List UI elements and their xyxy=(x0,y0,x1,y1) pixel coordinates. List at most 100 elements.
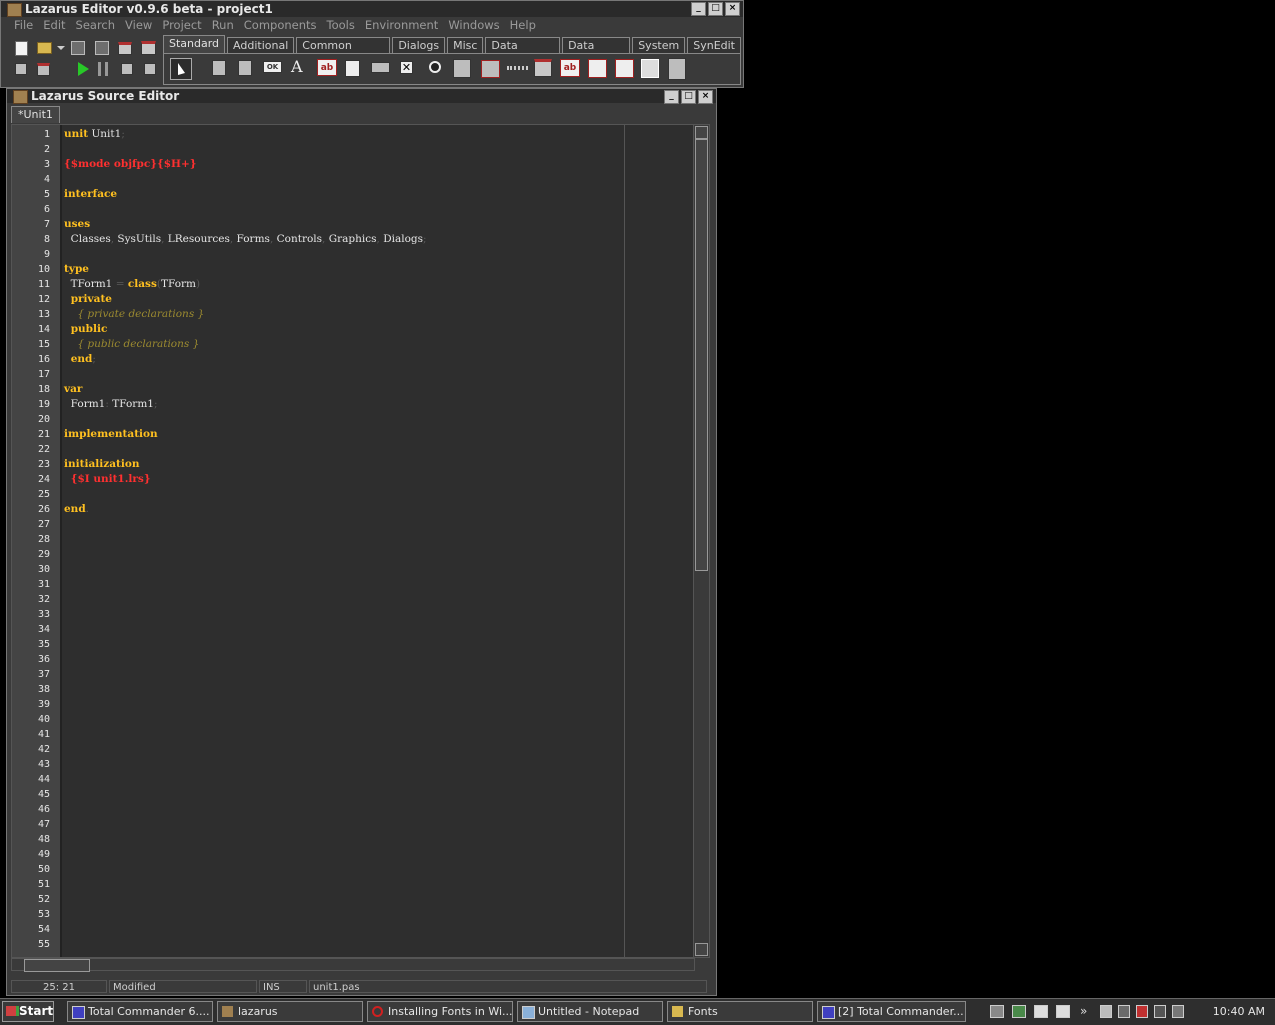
tradiogroup-component-icon[interactable] xyxy=(588,59,607,78)
task-total-commander-2[interactable]: [2] Total Commander... xyxy=(817,1001,966,1022)
task-opera-browser[interactable]: Installing Fonts in Wi... xyxy=(367,1001,513,1022)
vertical-scrollbar[interactable] xyxy=(693,125,709,957)
toggle-form-unit-icon[interactable] xyxy=(141,41,156,55)
tpanel-component-icon[interactable] xyxy=(641,59,659,78)
code-line[interactable]: 11 TForm1 = class(TForm) xyxy=(12,277,693,292)
menu-windows[interactable]: Windows xyxy=(443,17,504,33)
main-menu-component-icon[interactable] xyxy=(212,60,226,76)
code-line[interactable]: 53 xyxy=(12,907,693,922)
code-line[interactable]: 46 xyxy=(12,802,693,817)
code-line[interactable]: 40 xyxy=(12,712,693,727)
code-line[interactable]: 48 xyxy=(12,832,693,847)
source-editor-title-bar[interactable]: Lazarus Source Editor _ □ × xyxy=(7,89,716,104)
tstatictext-component-icon[interactable]: ab xyxy=(560,59,580,77)
code-line[interactable]: 52 xyxy=(12,892,693,907)
code-line[interactable]: 25 xyxy=(12,487,693,502)
clock[interactable]: 10:40 AM xyxy=(1213,1001,1265,1022)
tab-standard[interactable]: Standard xyxy=(163,35,226,54)
volume-icon[interactable] xyxy=(1100,1005,1112,1018)
menu-edit[interactable]: Edit xyxy=(38,17,70,33)
tlabel-component-icon[interactable]: A xyxy=(291,58,307,76)
code-area[interactable]: 1 unit Unit1; 2 3 {$mode objfpc}{$H+} 4 5 inter… xyxy=(12,127,693,952)
code-line[interactable]: 4 xyxy=(12,172,693,187)
code-line[interactable]: 10 type xyxy=(12,262,693,277)
menu-components[interactable]: Components xyxy=(239,17,322,33)
menu-file[interactable]: File xyxy=(9,17,38,33)
tedit-component-icon[interactable]: ab xyxy=(317,59,337,76)
tcheckbox-component-icon[interactable]: ✕ xyxy=(400,61,413,74)
code-line[interactable]: 51 xyxy=(12,877,693,892)
quicklaunch-browser-icon[interactable] xyxy=(1012,1005,1026,1018)
code-line[interactable]: 49 xyxy=(12,847,693,862)
quicklaunch-window-icon[interactable] xyxy=(1034,1005,1048,1018)
code-line[interactable]: 35 xyxy=(12,637,693,652)
quicklaunch-desktop-icon[interactable] xyxy=(1056,1005,1070,1018)
code-line[interactable]: 27 xyxy=(12,517,693,532)
network-icon[interactable] xyxy=(1118,1005,1130,1018)
code-line[interactable]: 33 xyxy=(12,607,693,622)
popup-menu-component-icon[interactable] xyxy=(238,60,252,76)
open-file-icon[interactable] xyxy=(37,42,52,54)
code-line[interactable]: 23 initialization xyxy=(12,457,693,472)
task-notepad[interactable]: Untitled - Notepad xyxy=(517,1001,663,1022)
view-units-icon[interactable] xyxy=(15,63,27,75)
task-total-commander[interactable]: Total Commander 6.... xyxy=(67,1001,213,1022)
save-all-icon[interactable] xyxy=(95,41,109,55)
code-line[interactable]: 3 {$mode objfpc}{$H+} xyxy=(12,157,693,172)
tab-data-access[interactable]: Data Access xyxy=(562,37,631,68)
maximize-button[interactable]: □ xyxy=(708,2,723,16)
menu-help[interactable]: Help xyxy=(505,17,541,33)
tradiobutton-component-icon[interactable] xyxy=(429,61,441,73)
code-line[interactable]: 17 xyxy=(12,367,693,382)
code-line[interactable]: 15 { public declarations } xyxy=(12,337,693,352)
save-icon[interactable] xyxy=(71,41,85,55)
code-line[interactable]: 47 xyxy=(12,817,693,832)
code-line[interactable]: 20 xyxy=(12,412,693,427)
tab-dialogs[interactable]: Dialogs xyxy=(392,37,446,54)
tab-misc[interactable]: Misc xyxy=(447,37,484,54)
code-line[interactable]: 28 xyxy=(12,532,693,547)
scroll-down-arrow-icon[interactable] xyxy=(695,943,708,956)
code-line[interactable]: 9 xyxy=(12,247,693,262)
new-form-icon[interactable] xyxy=(118,42,132,55)
code-line[interactable]: 50 xyxy=(12,862,693,877)
menu-environment[interactable]: Environment xyxy=(360,17,443,33)
pause-icon[interactable] xyxy=(98,62,108,76)
tab-synedit[interactable]: SynEdit xyxy=(687,37,741,54)
code-line[interactable]: 37 xyxy=(12,667,693,682)
code-line[interactable]: 41 xyxy=(12,727,693,742)
tlistbox-component-icon[interactable] xyxy=(453,59,471,78)
horizontal-scrollbar[interactable] xyxy=(11,958,695,972)
code-line[interactable]: 45 xyxy=(12,787,693,802)
tscrollbar-component-icon[interactable] xyxy=(507,66,528,70)
editor-minimize-button[interactable]: _ xyxy=(664,90,679,104)
scroll-up-arrow-icon[interactable] xyxy=(695,126,708,139)
open-dropdown-arrow-icon[interactable] xyxy=(57,46,65,50)
tray-settings-icon[interactable] xyxy=(1172,1005,1184,1018)
antivirus-icon[interactable] xyxy=(1136,1005,1148,1018)
task-lazarus[interactable]: lazarus xyxy=(217,1001,363,1022)
tcheckgroup-component-icon[interactable] xyxy=(615,59,634,78)
code-line[interactable]: 43 xyxy=(12,757,693,772)
editor-close-button[interactable]: × xyxy=(698,90,713,104)
chevron-icon[interactable]: » xyxy=(1080,1005,1090,1018)
selection-pointer-button[interactable] xyxy=(170,58,192,80)
run-icon[interactable] xyxy=(78,62,89,76)
vertical-scroll-thumb[interactable] xyxy=(695,139,708,571)
code-line[interactable]: 18 var xyxy=(12,382,693,397)
code-line[interactable]: 22 xyxy=(12,442,693,457)
tab-system[interactable]: System xyxy=(632,37,686,54)
view-forms-icon[interactable] xyxy=(37,63,50,76)
code-line[interactable]: 38 xyxy=(12,682,693,697)
code-line[interactable]: 34 xyxy=(12,622,693,637)
step-over-icon[interactable] xyxy=(144,63,156,75)
step-into-icon[interactable] xyxy=(121,63,133,75)
code-line[interactable]: 12 private xyxy=(12,292,693,307)
code-line[interactable]: 2 xyxy=(12,142,693,157)
code-line[interactable]: 30 xyxy=(12,562,693,577)
code-line[interactable]: 6 xyxy=(12,202,693,217)
code-line[interactable]: 7 uses xyxy=(12,217,693,232)
file-tab-unit1[interactable]: *Unit1 xyxy=(11,106,60,123)
new-unit-icon[interactable] xyxy=(15,41,28,56)
code-line[interactable]: 26 end. xyxy=(12,502,693,517)
